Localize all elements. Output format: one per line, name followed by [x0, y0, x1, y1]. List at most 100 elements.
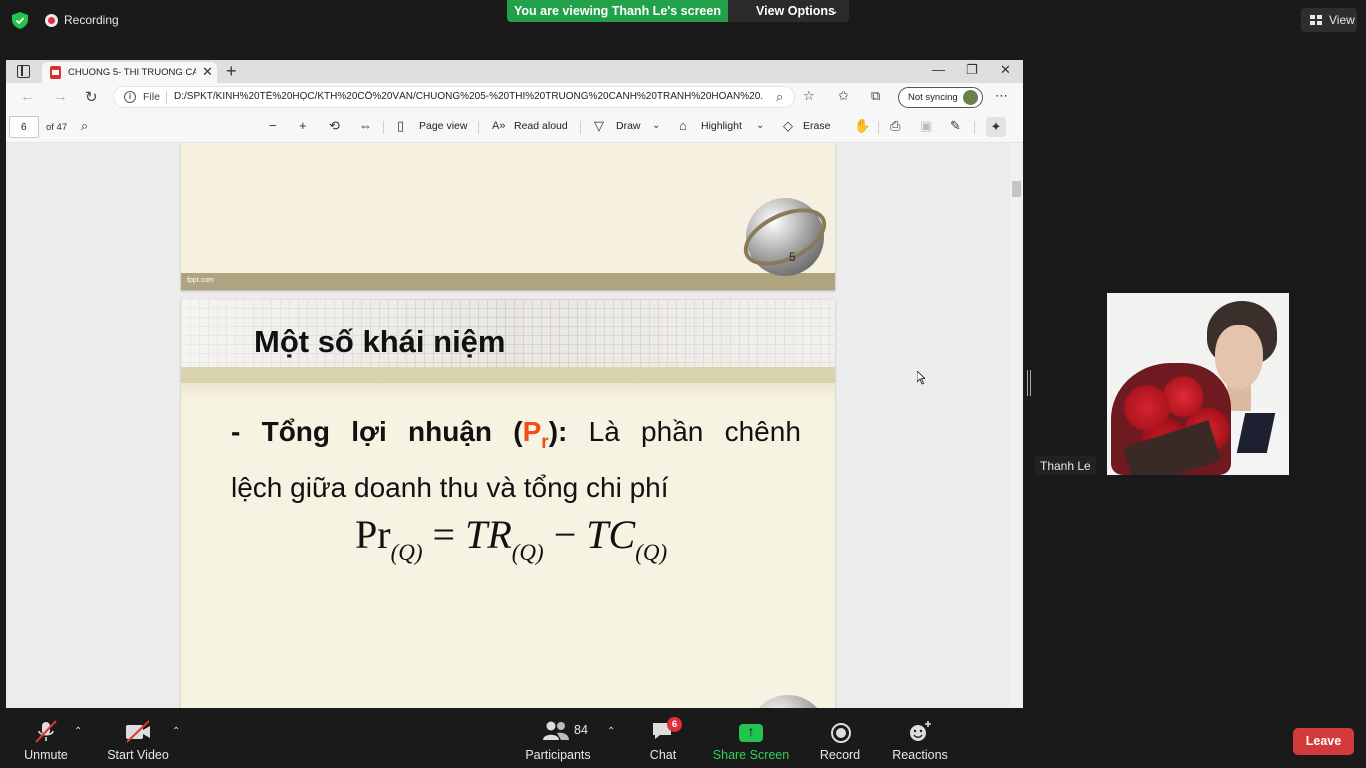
formula-pr: Pr [355, 512, 391, 557]
reactions-smiley-icon [910, 721, 931, 741]
profit-formula: Pr(Q) = TR(Q) − TC(Q) [355, 511, 667, 566]
read-aloud-button[interactable]: Read aloud [514, 120, 568, 132]
bullet-paren: ( [513, 416, 523, 447]
minimize-icon[interactable]: — [932, 62, 945, 77]
page-number-input[interactable]: 6 [9, 116, 39, 138]
panel-resize-handle[interactable] [1027, 370, 1031, 396]
slide-footer-band [181, 273, 835, 290]
bullet-term-word: lợi [351, 416, 387, 447]
sync-label: Not syncing [908, 92, 958, 103]
vertical-scrollbar[interactable] [1010, 143, 1023, 708]
toolbar-separator [580, 121, 581, 134]
slide-title: Một số khái niệm [254, 324, 506, 359]
pdf-page-6: Một số khái niệm - Tổng lợi nhuận (Pr): … [181, 299, 835, 708]
scrollbar-thumb[interactable] [1012, 181, 1021, 197]
toolbar-separator [383, 121, 384, 134]
slide-header-band [181, 367, 835, 383]
unmute-label: Unmute [24, 748, 68, 762]
tab-title: CHUONG 5- THI TRUONG CANH TRANH HOAN HAO… [68, 67, 196, 78]
save-icon[interactable]: ▣ [920, 118, 932, 134]
participants-options-chevron-icon[interactable]: ⌃ [607, 726, 615, 737]
start-video-button[interactable]: Start Video [104, 708, 172, 768]
meeting-controls: Unmute ⌃ Start Video ⌃ Participants 84 ⌃… [0, 708, 1366, 768]
bullet-term-word: nhuận [408, 416, 493, 447]
participants-label: Participants [525, 748, 591, 762]
address-field[interactable]: i File D:/SPKT/KINH%20TẾ%20HỌC/KTH%20CỔ%… [113, 86, 795, 108]
collections-icon[interactable]: ⧉ [871, 88, 880, 104]
slide-page-number: 5 [789, 250, 796, 264]
slide-bullet-line-1: - Tổng lợi nhuận (Pr): Là phần chênh [231, 409, 801, 465]
search-icon[interactable]: ⌕ [81, 118, 88, 134]
erase-button[interactable]: Erase [803, 120, 830, 132]
slide-bullet-line-2: lệch giữa doanh thu và tổng chi phí [231, 472, 669, 503]
info-icon[interactable]: i [124, 91, 136, 103]
unmute-button[interactable]: Unmute [16, 708, 76, 768]
toolbar-separator [878, 121, 879, 134]
tab-pdf[interactable]: CHUONG 5- THI TRUONG CANH TRANH HOAN HAO… [42, 62, 217, 83]
reactions-label: Reactions [892, 748, 948, 762]
zoom-out-icon[interactable]: − [269, 118, 277, 133]
grid-view-icon [1310, 15, 1322, 25]
fit-page-icon[interactable]: ⇔ [359, 118, 372, 133]
shared-screen-browser-window: CHUONG 5- THI TRUONG CANH TRANH HOAN HAO… [6, 60, 1023, 708]
recording-icon [45, 14, 58, 27]
toolbar-separator [478, 121, 479, 134]
view-options-button[interactable]: View Options ⌄ [728, 0, 849, 22]
microphone-muted-icon [35, 720, 57, 743]
mouse-cursor-icon [917, 371, 925, 385]
toolbar-separator [974, 121, 975, 134]
view-options-label: View Options [756, 4, 835, 18]
page-total: of 47 [46, 122, 68, 133]
new-tab-icon[interactable]: + [226, 61, 237, 82]
formula-subscript: (Q) [635, 540, 668, 565]
touch-icon[interactable]: ✋ [854, 118, 870, 134]
view-button[interactable]: View [1301, 8, 1357, 32]
address-bar-row: ← → ↻ i File D:/SPKT/KINH%20TẾ%20HỌC/KTH… [6, 83, 1023, 112]
reactions-button[interactable]: Reactions [890, 708, 950, 768]
pin-toolbar-icon[interactable]: ✦ [986, 117, 1006, 137]
back-icon[interactable]: ← [20, 88, 35, 105]
erase-icon: ◇ [783, 118, 793, 133]
chat-button[interactable]: Chat [640, 708, 686, 768]
highlight-button[interactable]: Highlight [701, 120, 742, 132]
close-tab-icon[interactable]: ✕ [202, 64, 213, 80]
zoom-in-icon[interactable]: + [299, 118, 307, 133]
profile-avatar [963, 90, 978, 105]
chat-label: Chat [649, 748, 677, 762]
draw-chevron-icon[interactable]: ⌄ [652, 120, 660, 131]
forward-icon[interactable]: → [53, 88, 68, 105]
bullet-symbol-group: (Pr): [513, 409, 567, 465]
pdf-toolbar: 6 of 47 ⌕ − + ⟲ ⇔ ▯ Page view A» Read al… [6, 112, 1023, 143]
draw-button[interactable]: Draw [616, 120, 641, 132]
highlight-chevron-icon[interactable]: ⌄ [756, 120, 764, 131]
refresh-icon[interactable]: ↻ [85, 88, 98, 106]
bullet-symbol: P [522, 416, 542, 447]
page-view-button[interactable]: Page view [419, 120, 467, 132]
security-shield-icon[interactable] [12, 12, 28, 29]
participant-video[interactable] [1107, 293, 1289, 475]
close-window-icon[interactable]: ✕ [1000, 62, 1011, 78]
recording-label[interactable]: Recording [64, 13, 119, 27]
save-as-icon[interactable]: ✎ [950, 118, 961, 134]
rotate-icon[interactable]: ⟲ [329, 118, 340, 134]
favorites-icon[interactable]: ✩ [838, 88, 849, 104]
restore-icon[interactable]: ❐ [966, 62, 978, 78]
more-menu-icon[interactable]: ⋯ [995, 88, 1008, 104]
participants-button[interactable]: Participants [522, 708, 594, 768]
formula-subscript: (Q) [390, 540, 423, 565]
chevron-down-icon: ⌄ [830, 6, 839, 17]
bullet-symbol-subscript: r [541, 432, 549, 453]
print-icon[interactable]: ⎙ [890, 118, 900, 134]
video-camera-muted-icon [126, 720, 150, 743]
audio-options-chevron-icon[interactable]: ⌃ [74, 726, 82, 737]
tab-actions-icon[interactable] [17, 65, 30, 78]
add-favorite-icon[interactable]: ☆ [803, 88, 815, 104]
share-screen-label: Share Screen [712, 748, 790, 762]
video-options-chevron-icon[interactable]: ⌃ [172, 726, 180, 737]
url-text[interactable]: D:/SPKT/KINH%20TẾ%20HỌC/KTH%20CỔ%20VĂN/C… [174, 91, 764, 102]
draw-icon: ▽ [594, 118, 604, 133]
leave-button[interactable]: Leave [1293, 728, 1354, 755]
zoom-search-icon[interactable]: ⌕ [776, 89, 783, 105]
pdf-viewer[interactable]: fppt.com 5 Một số khái niệm - Tổng lợi n… [6, 143, 1023, 708]
sync-button[interactable]: Not syncing [898, 87, 983, 108]
